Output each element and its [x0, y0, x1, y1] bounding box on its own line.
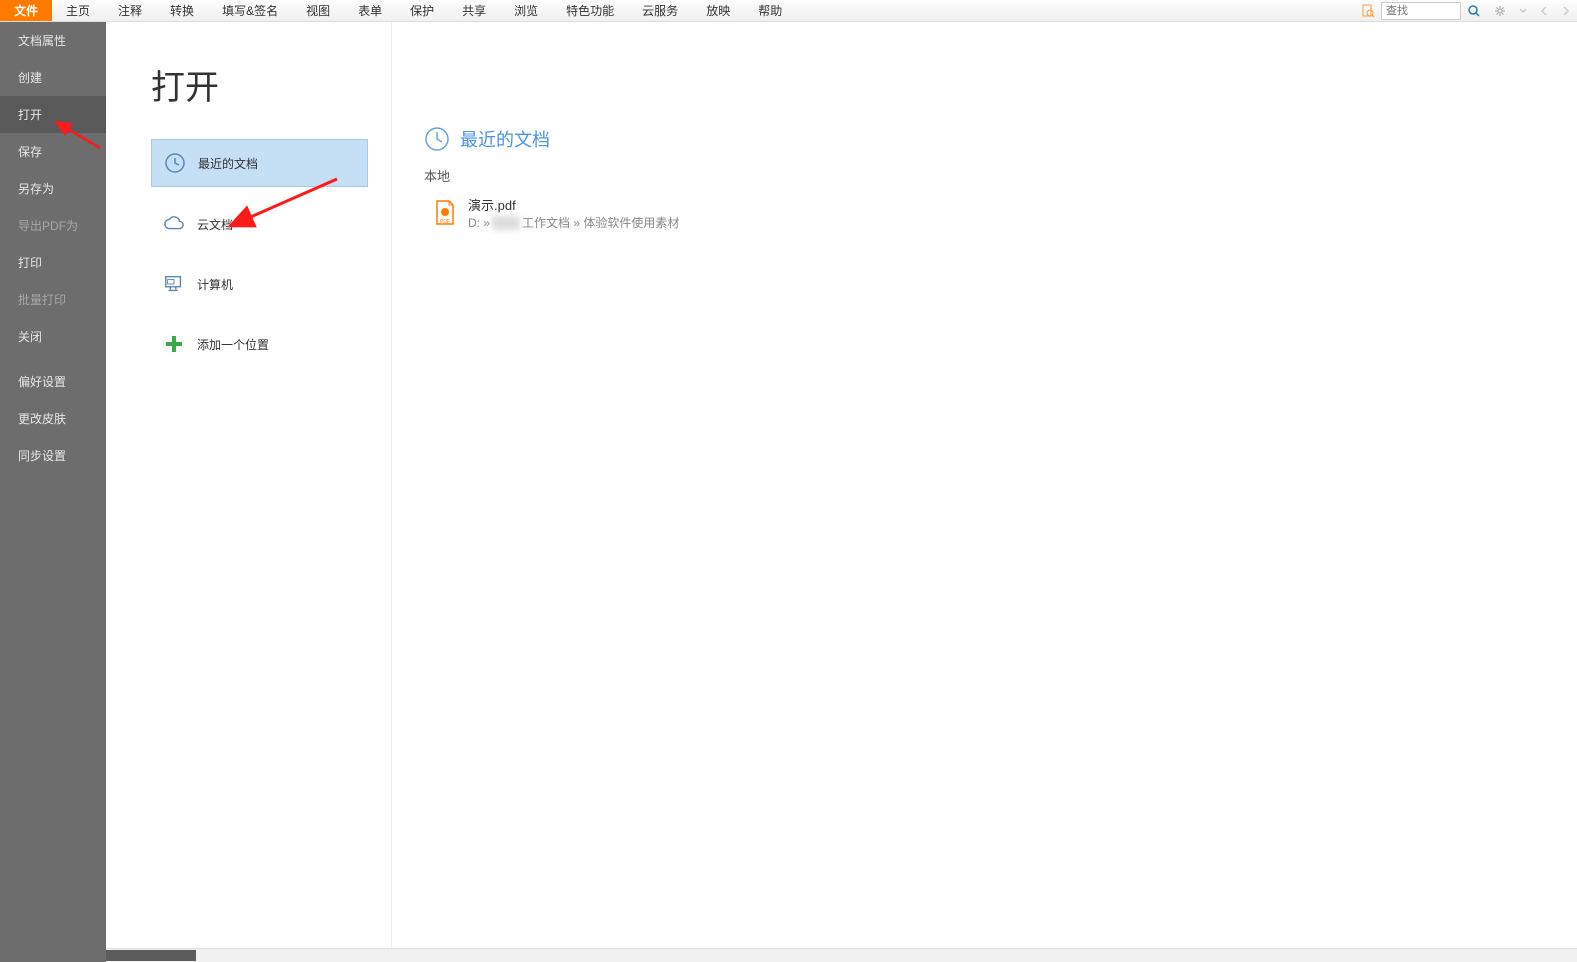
- sidebar-item-skin[interactable]: 更改皮肤: [0, 400, 106, 437]
- sidebar-item-open[interactable]: 打开: [0, 96, 106, 133]
- source-label: 添加一个位置: [197, 336, 269, 353]
- sidebar-item-label: 保存: [18, 145, 42, 159]
- menu-tab-label: 视图: [306, 2, 330, 19]
- menu-tab-label: 放映: [706, 2, 730, 19]
- menu-tab-cloud[interactable]: 云服务: [628, 0, 692, 21]
- recent-header: 最近的文档: [392, 52, 1577, 166]
- menu-tab-protect[interactable]: 保护: [396, 0, 448, 21]
- file-path: D: » xxxx 工作文档 » 体验软件使用素材: [468, 214, 679, 231]
- computer-icon: [163, 273, 185, 295]
- menu-tab-label: 文件: [14, 2, 38, 19]
- sidebar-item-label: 关闭: [18, 330, 42, 344]
- source-computer[interactable]: 计算机: [151, 261, 368, 307]
- clock-icon: [164, 152, 186, 174]
- source-recent[interactable]: 最近的文档: [151, 139, 368, 187]
- menu-tab-label: 注释: [118, 2, 142, 19]
- search-input[interactable]: [1381, 2, 1461, 20]
- menu-tab-label: 表单: [358, 2, 382, 19]
- open-source-list: 最近的文档 云文档 计算机: [106, 139, 391, 367]
- sidebar-item-preferences[interactable]: 偏好设置: [0, 363, 106, 400]
- sidebar-item-create[interactable]: 创建: [0, 59, 106, 96]
- nav-next-icon[interactable]: [1555, 0, 1577, 21]
- menu-tab-label: 浏览: [514, 2, 538, 19]
- cloud-icon: [163, 213, 185, 235]
- sidebar-item-docprops[interactable]: 文档属性: [0, 22, 106, 59]
- nav-prev-icon[interactable]: [1533, 0, 1555, 21]
- sidebar-gap: [0, 355, 106, 363]
- sidebar-item-close[interactable]: 关闭: [0, 318, 106, 355]
- source-label: 云文档: [197, 216, 233, 233]
- menu-tab-label: 帮助: [758, 2, 782, 19]
- sidebar-item-label: 打印: [18, 256, 42, 270]
- sidebar-item-label: 打开: [18, 108, 42, 122]
- settings-gear-icon[interactable]: [1487, 0, 1513, 21]
- file-path-suffix: 工作文档 » 体验软件使用素材: [522, 214, 679, 231]
- sidebar-item-label: 更改皮肤: [18, 412, 66, 426]
- sidebar-item-label: 创建: [18, 71, 42, 85]
- menubar: 文件 主页 注释 转换 填写&签名 视图 表单 保护 共享 浏览 特色功能 云服…: [0, 0, 1577, 22]
- sidebar-item-saveas[interactable]: 另存为: [0, 170, 106, 207]
- recent-header-title: 最近的文档: [460, 126, 550, 152]
- file-name: 演示.pdf: [468, 195, 679, 214]
- menu-tab-label: 填写&签名: [222, 2, 278, 19]
- open-panel: 打开 最近的文档 云文档: [106, 22, 391, 962]
- menu-tab-features[interactable]: 特色功能: [552, 0, 628, 21]
- sidebar-item-print[interactable]: 打印: [0, 244, 106, 281]
- menu-tab-label: 主页: [66, 2, 90, 19]
- recent-file-row[interactable]: PDF 演示.pdf D: » xxxx 工作文档 » 体验软件使用素材: [392, 191, 1577, 235]
- source-add-location[interactable]: 添加一个位置: [151, 321, 368, 367]
- menu-tab-view[interactable]: 视图: [292, 0, 344, 21]
- sidebar-item-label: 另存为: [18, 182, 54, 196]
- menu-tab-label: 保护: [410, 2, 434, 19]
- sidebar-item-label: 偏好设置: [18, 375, 66, 389]
- search-go-icon[interactable]: [1461, 0, 1487, 21]
- menu-tab-label: 云服务: [642, 2, 678, 19]
- app-body: 文档属性 创建 打开 保存 另存为 导出PDF为 打印 批量打印 关闭 偏好设置…: [0, 22, 1577, 962]
- recent-content: 最近的文档 本地 PDF 演示.pdf D: » xxxx 工作文档 » 体验软…: [391, 22, 1577, 962]
- menubar-spacer: [796, 0, 1355, 21]
- clock-icon: [424, 126, 450, 152]
- menu-tab-fillsign[interactable]: 填写&签名: [208, 0, 292, 21]
- scroll-thumb[interactable]: [106, 950, 196, 961]
- menu-tab-label: 特色功能: [566, 2, 614, 19]
- file-meta: 演示.pdf D: » xxxx 工作文档 » 体验软件使用素材: [468, 195, 679, 231]
- sidebar-item-label: 文档属性: [18, 34, 66, 48]
- sidebar-item-label: 批量打印: [18, 293, 66, 307]
- menu-tab-convert[interactable]: 转换: [156, 0, 208, 21]
- menu-tab-home[interactable]: 主页: [52, 0, 104, 21]
- menu-tab-form[interactable]: 表单: [344, 0, 396, 21]
- menu-tab-browse[interactable]: 浏览: [500, 0, 552, 21]
- sidebar-item-sync[interactable]: 同步设置: [0, 437, 106, 474]
- menu-tab-annotate[interactable]: 注释: [104, 0, 156, 21]
- file-path-prefix: D: »: [468, 216, 490, 230]
- source-label: 最近的文档: [198, 155, 258, 172]
- horizontal-scrollbar[interactable]: [106, 948, 1577, 962]
- chevron-down-icon[interactable]: [1513, 0, 1533, 21]
- source-cloud[interactable]: 云文档: [151, 201, 368, 247]
- scroll-track: [106, 949, 1577, 962]
- open-panel-title: 打开: [106, 42, 391, 139]
- sidebar-item-batchprint: 批量打印: [0, 281, 106, 318]
- file-path-redacted: xxxx: [492, 216, 520, 230]
- menu-tab-file[interactable]: 文件: [0, 0, 52, 21]
- plus-icon: [163, 333, 185, 355]
- menu-tab-help[interactable]: 帮助: [744, 0, 796, 21]
- sidebar-item-exportpdf: 导出PDF为: [0, 207, 106, 244]
- file-sidebar: 文档属性 创建 打开 保存 另存为 导出PDF为 打印 批量打印 关闭 偏好设置…: [0, 22, 106, 962]
- menu-tab-label: 转换: [170, 2, 194, 19]
- menu-tab-label: 共享: [462, 2, 486, 19]
- svg-text:PDF: PDF: [440, 219, 450, 225]
- sidebar-item-label: 导出PDF为: [18, 219, 78, 233]
- pdf-file-icon: PDF: [434, 200, 456, 226]
- sidebar-item-label: 同步设置: [18, 449, 66, 463]
- find-page-icon[interactable]: [1355, 0, 1381, 21]
- section-local-label: 本地: [392, 166, 1577, 191]
- source-label: 计算机: [197, 276, 233, 293]
- sidebar-item-save[interactable]: 保存: [0, 133, 106, 170]
- menu-tab-slideshow[interactable]: 放映: [692, 0, 744, 21]
- app-window: 文件 主页 注释 转换 填写&签名 视图 表单 保护 共享 浏览 特色功能 云服…: [0, 0, 1577, 962]
- menu-tab-share[interactable]: 共享: [448, 0, 500, 21]
